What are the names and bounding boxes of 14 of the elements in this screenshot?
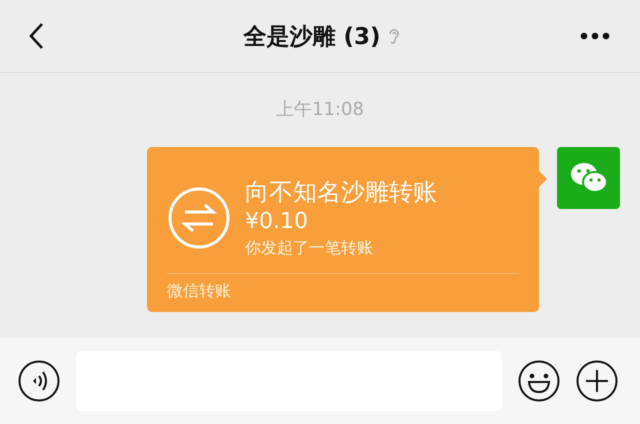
transfer-title: 向不知名沙雕转账 [245,177,437,208]
more-icon[interactable] [580,32,610,40]
transfer-icon [167,186,231,250]
voice-icon[interactable] [18,360,60,402]
transfer-footer: 微信转账 [167,281,539,302]
ear-icon [386,26,401,46]
timestamp: 上午11:08 [275,98,365,121]
emoji-icon[interactable] [518,360,560,402]
avatar[interactable] [557,147,620,209]
transfer-amount: ¥0.10 [245,208,309,236]
transfer-note: 你发起了一笔转账 [245,237,374,259]
plus-icon[interactable] [576,360,618,402]
back-icon[interactable] [28,22,44,50]
chat-title: 全是沙雕 (3) [243,22,381,52]
